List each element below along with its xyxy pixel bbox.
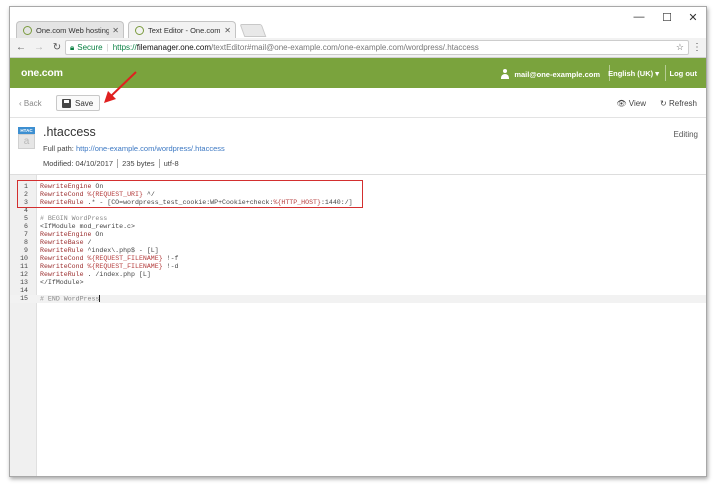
logout-link[interactable]: Log out — [670, 69, 698, 78]
tab-onecom-hosting[interactable]: One.com Web hosting - ✕ — [16, 21, 124, 38]
code-line[interactable]: 12 RewriteRule . /index.php [L] — [10, 271, 706, 279]
browser-menu-icon[interactable]: ⋮ — [692, 42, 702, 53]
line-number: 9 — [24, 247, 28, 254]
save-button[interactable]: Save — [56, 95, 100, 111]
file-encoding: utf-8 — [158, 159, 183, 168]
code-editor[interactable]: 1 RewriteEngine On 2 RewriteCond %{REQUEST_… — [10, 174, 706, 476]
full-path-label: Full path: — [43, 144, 74, 153]
url-protocol: https:// — [112, 43, 137, 52]
onecom-logo[interactable]: one.com — [21, 67, 63, 79]
account-menu[interactable]: mail@one-example.com — [500, 69, 600, 79]
line-text: <IfModule mod_rewrite.c> — [40, 223, 135, 230]
code-line[interactable]: 7 RewriteEngine On — [10, 231, 706, 239]
tab-label: One.com Web hosting - — [36, 25, 110, 35]
line-number: 15 — [20, 295, 28, 302]
red-arrow-annotation — [104, 71, 137, 103]
url-host: filemanager.one.com — [136, 43, 211, 52]
code-line[interactable]: 14 — [10, 287, 706, 295]
view-button[interactable]: 👁︎ View — [616, 99, 646, 108]
line-text: </IfModule> — [40, 279, 84, 286]
refresh-label: Refresh — [668, 99, 697, 108]
text-cursor — [99, 295, 101, 302]
line-number: 13 — [20, 279, 28, 286]
back-label: Back — [23, 99, 42, 108]
code-line[interactable]: 5 # BEGIN WordPress — [10, 215, 706, 223]
onecom-favicon-icon — [23, 25, 32, 35]
line-number: 10 — [20, 255, 28, 262]
back-button[interactable]: ‹ Back — [19, 99, 42, 108]
line-number: 11 — [20, 263, 28, 270]
tab-label: Text Editor - One.com Fi — [148, 25, 222, 35]
view-label: View — [628, 99, 646, 108]
line-text: # END WordPress — [40, 295, 101, 303]
browser-back-icon[interactable]: ← — [14, 42, 28, 53]
code-line[interactable]: 9 RewriteRule ^index\.php$ - [L] — [10, 247, 706, 255]
browser-reload-icon[interactable]: ↻ — [50, 42, 64, 53]
modified-label: Modified: — [43, 159, 74, 168]
refresh-icon: ↻ — [660, 99, 669, 108]
refresh-button[interactable]: ↻ Refresh — [660, 99, 697, 108]
user-icon — [500, 69, 510, 79]
close-window-button[interactable]: ✕ — [686, 11, 700, 24]
url-path: /textEditor#mail@one-example.com/one-exa… — [210, 43, 479, 52]
eye-icon: 👁︎ — [616, 99, 629, 108]
editing-status: Editing — [673, 130, 698, 139]
line-text: RewriteRule ^index\.php$ - [L] — [40, 247, 159, 254]
file-size: 235 bytes — [117, 159, 159, 168]
code-line[interactable]: 10 RewriteCond %{REQUEST_FILENAME} !-f — [10, 255, 706, 263]
line-text: RewriteBase / — [40, 239, 92, 246]
code-line[interactable]: 6 <IfModule mod_rewrite.c> — [10, 223, 706, 231]
file-name: .htaccess — [43, 125, 96, 139]
full-path-link[interactable]: http://one-example.com/wordpress/.htacce… — [76, 144, 225, 153]
address-bar[interactable]: 🔒︎ Secure | https:// filemanager.one.com… — [65, 40, 689, 55]
code-line[interactable]: 8 RewriteBase / — [10, 239, 706, 247]
line-text: RewriteCond %{REQUEST_FILENAME} !-d — [40, 263, 179, 270]
address-separator: | — [106, 43, 109, 52]
line-text: RewriteCond %{REQUEST_FILENAME} !-f — [40, 255, 179, 262]
line-text: RewriteRule . /index.php [L] — [40, 271, 151, 278]
code-line[interactable]: 13 </IfModule> — [10, 279, 706, 287]
save-label: Save — [75, 98, 94, 108]
full-path: Full path: http://one-example.com/wordpr… — [43, 144, 225, 153]
line-number: 14 — [20, 287, 28, 294]
line-number: 6 — [24, 223, 28, 230]
line-text: # BEGIN WordPress — [40, 215, 108, 222]
bookmark-star-icon[interactable]: ☆ — [676, 42, 684, 53]
line-number: 12 — [20, 271, 28, 278]
language-selector[interactable]: English (UK) ▾ — [608, 69, 659, 78]
floppy-disk-icon — [62, 98, 71, 108]
file-icon-letter: a — [18, 134, 35, 149]
modified-date: 04/10/2017 — [75, 159, 114, 168]
tab-text-editor[interactable]: Text Editor - One.com Fi ✕ — [128, 21, 236, 38]
new-tab-button[interactable] — [239, 24, 267, 37]
line-number: 8 — [24, 239, 28, 246]
file-type-tag: HTAC — [18, 127, 35, 134]
code-line[interactable]: 4 — [10, 207, 706, 215]
htaccess-file-icon: HTAC a — [18, 127, 35, 149]
file-meta: Modified: 04/10/2017 235 bytes utf-8 — [43, 159, 183, 168]
secure-label: Secure — [77, 43, 103, 52]
line-text: RewriteEngine On — [40, 231, 104, 238]
header-divider — [665, 65, 666, 81]
tab-close-icon[interactable]: ✕ — [224, 26, 231, 35]
line-number: 4 — [24, 207, 28, 214]
browser-window: One.com Web hosting - ✕ Text Editor - On… — [9, 6, 707, 477]
tab-strip: One.com Web hosting - ✕ Text Editor - On… — [10, 7, 706, 38]
maximize-button[interactable]: ☐ — [660, 11, 674, 24]
code-line[interactable]: 15 # END WordPress — [10, 295, 706, 303]
lock-icon: 🔒︎ — [70, 42, 75, 52]
line-number: 7 — [24, 231, 28, 238]
modified-cell: Modified: 04/10/2017 — [43, 159, 117, 168]
line-number: 5 — [24, 215, 28, 222]
minimize-button[interactable]: — — [632, 11, 646, 23]
browser-forward-icon[interactable]: → — [32, 42, 46, 53]
highlight-box — [17, 180, 363, 208]
tab-close-icon[interactable]: ✕ — [112, 26, 119, 35]
account-email: mail@one-example.com — [514, 69, 600, 79]
browser-toolbar: ← → ↻ 🔒︎ Secure | https:// filemanager.o… — [10, 38, 706, 58]
code-line[interactable]: 11 RewriteCond %{REQUEST_FILENAME} !-d — [10, 263, 706, 271]
onecom-favicon-icon — [135, 25, 144, 35]
